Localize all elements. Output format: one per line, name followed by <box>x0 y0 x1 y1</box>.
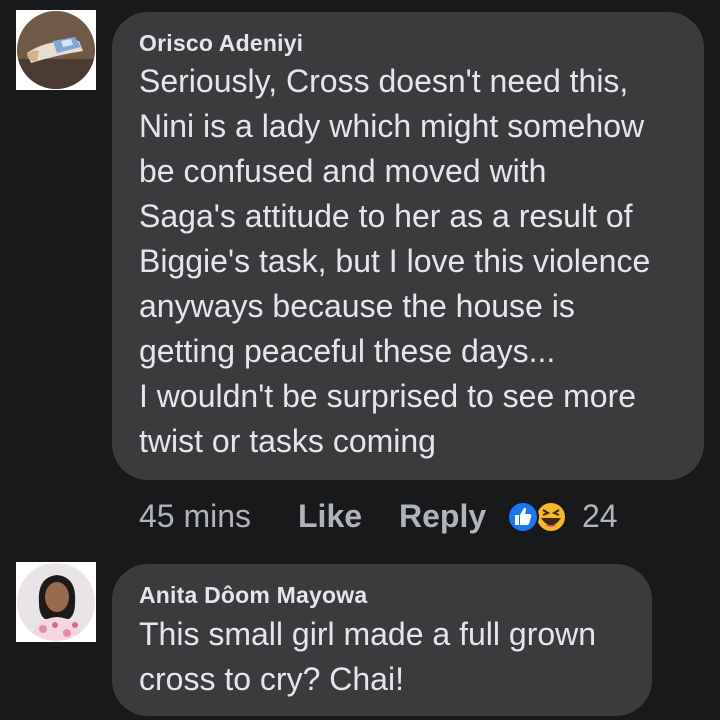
comment-text: This small girl made a full grown cross … <box>139 616 597 697</box>
comment-author[interactable]: Anita Dôom Mayowa <box>139 582 367 609</box>
comment-timestamp[interactable]: 45 mins <box>139 498 251 535</box>
avatar[interactable] <box>17 11 95 89</box>
profile-photo <box>17 563 95 641</box>
comment-author[interactable]: Orisco Adeniyi <box>139 30 303 57</box>
comment-text: Seriously, Cross doesn't need this, Nini… <box>139 63 651 459</box>
reply-button[interactable]: Reply <box>399 498 486 535</box>
reactions[interactable] <box>505 499 567 533</box>
haha-icon <box>535 501 567 533</box>
profile-photo <box>17 11 95 89</box>
reaction-count: 24 <box>582 498 618 534</box>
avatar[interactable] <box>17 563 95 641</box>
like-icon <box>507 501 539 533</box>
like-button[interactable]: Like <box>298 498 362 535</box>
